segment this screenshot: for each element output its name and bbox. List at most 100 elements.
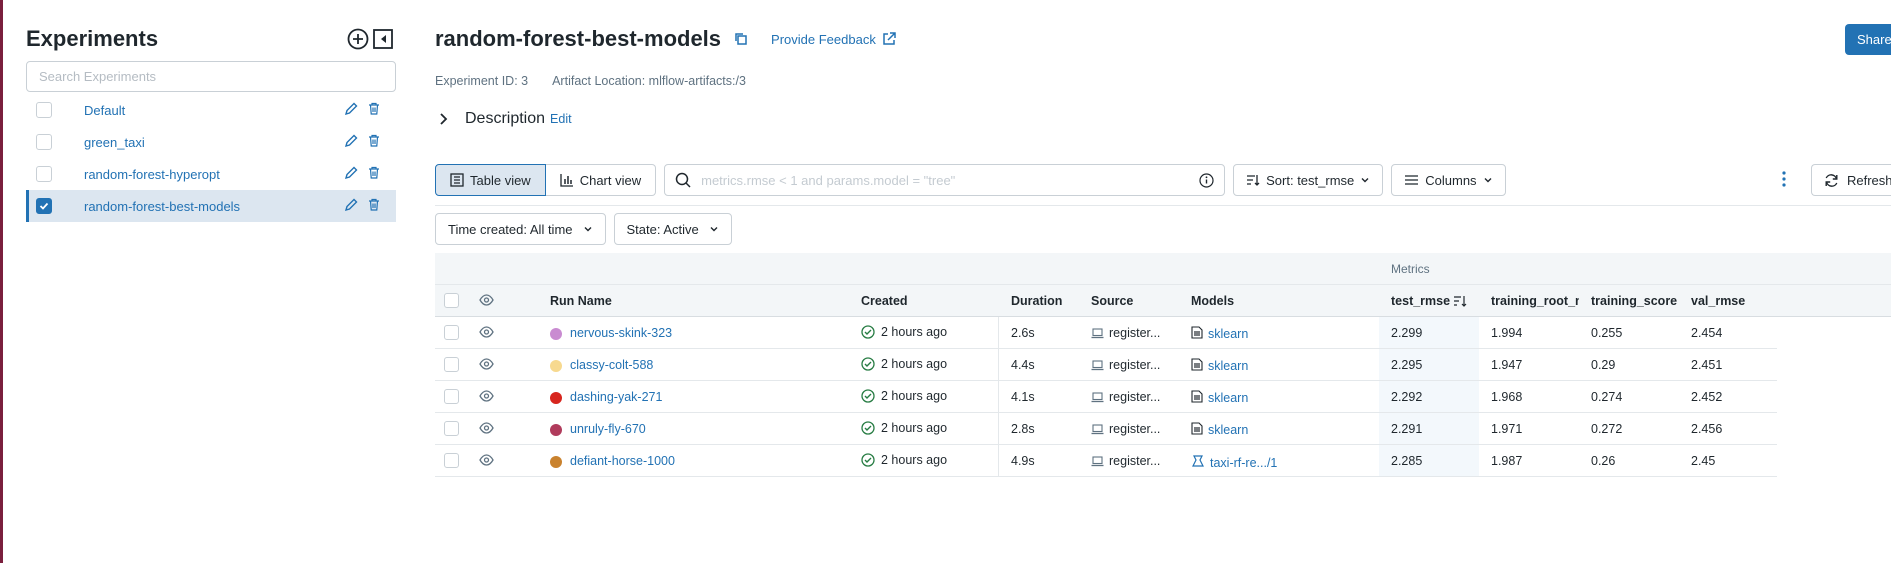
model-link[interactable]: sklearn (1208, 327, 1248, 341)
list-icon (1405, 175, 1419, 185)
sort-dropdown[interactable]: Sort: test_rmse (1233, 164, 1384, 196)
run-name-link[interactable]: nervous-skink-323 (570, 326, 672, 340)
header-test-rmse[interactable]: test_rmse (1391, 294, 1467, 308)
header-training-score[interactable]: training_score (1591, 294, 1677, 308)
experiment-name[interactable]: Default (84, 103, 125, 118)
header-training-root[interactable]: training_root_n (1491, 294, 1579, 308)
created-cell: 2 hours ago (861, 389, 947, 403)
visibility-icon[interactable] (479, 454, 494, 469)
run-filter-input[interactable] (701, 172, 1190, 188)
row-checkbox[interactable] (444, 357, 459, 372)
experiment-checkbox[interactable] (36, 134, 52, 150)
experiment-name[interactable]: random-forest-hyperopt (84, 167, 220, 182)
visibility-icon[interactable] (479, 326, 494, 341)
refresh-icon (1825, 173, 1838, 187)
search-icon (675, 172, 691, 188)
collapse-sidebar-icon[interactable] (372, 28, 394, 50)
row-checkbox[interactable] (444, 453, 459, 468)
run-color-dot[interactable] (550, 360, 562, 372)
time-created-dropdown[interactable]: Time created: All time (435, 213, 606, 245)
visibility-icon[interactable] (479, 422, 494, 437)
column-divider (998, 317, 999, 349)
created-cell: 2 hours ago (861, 357, 947, 371)
val-rmse-cell: 2.452 (1691, 390, 1723, 404)
visibility-all-icon[interactable] (479, 294, 494, 309)
models-cell[interactable]: sklearn (1191, 358, 1248, 374)
model-link[interactable]: sklearn (1208, 359, 1248, 373)
header-source[interactable]: Source (1091, 294, 1133, 308)
models-cell[interactable]: taxi-rf-re.../1 (1191, 454, 1277, 471)
row-checkbox[interactable] (444, 389, 459, 404)
trash-icon[interactable] (368, 134, 380, 150)
edit-icon[interactable] (344, 198, 358, 215)
table-row[interactable]: nervous-skink-323 2 hours ago 2.6s regis… (435, 317, 1777, 349)
table-row[interactable]: dashing-yak-271 2 hours ago 4.1s registe… (435, 381, 1777, 413)
row-checkbox[interactable] (444, 421, 459, 436)
info-icon[interactable] (1199, 172, 1214, 188)
experiment-item[interactable]: random-forest-hyperopt (26, 158, 396, 190)
more-options-icon[interactable] (1782, 171, 1786, 190)
test-rmse-cell: 2.295 (1391, 358, 1423, 372)
visibility-icon[interactable] (479, 358, 494, 373)
header-val-rmse[interactable]: val_rmse (1691, 294, 1745, 308)
row-checkbox[interactable] (444, 325, 459, 340)
columns-dropdown[interactable]: Columns (1391, 164, 1506, 196)
trash-icon[interactable] (368, 198, 380, 214)
table-row[interactable]: unruly-fly-670 2 hours ago 2.8s register… (435, 413, 1777, 445)
header-duration[interactable]: Duration (1011, 294, 1062, 308)
success-icon (861, 453, 875, 467)
models-cell[interactable]: sklearn (1191, 390, 1248, 406)
models-cell[interactable]: sklearn (1191, 422, 1248, 438)
provide-feedback-link[interactable]: Provide Feedback (771, 32, 896, 47)
table-row[interactable]: classy-colt-588 2 hours ago 4.4s registe… (435, 349, 1777, 381)
run-color-dot[interactable] (550, 392, 562, 404)
column-divider (998, 349, 999, 381)
run-name-link[interactable]: dashing-yak-271 (570, 390, 662, 404)
trash-icon[interactable] (368, 166, 380, 182)
models-cell[interactable]: sklearn (1191, 326, 1248, 342)
sort-icon (1247, 175, 1260, 186)
header-run-name[interactable]: Run Name (550, 294, 612, 308)
experiment-checkbox[interactable] (36, 102, 52, 118)
experiment-checkbox[interactable] (36, 166, 52, 182)
model-link[interactable]: taxi-rf-re.../1 (1210, 456, 1277, 470)
table-row[interactable]: defiant-horse-1000 2 hours ago 4.9s regi… (435, 445, 1777, 477)
visibility-icon[interactable] (479, 390, 494, 405)
val-rmse-cell: 2.451 (1691, 358, 1723, 372)
add-experiment-icon[interactable] (347, 28, 369, 50)
edit-icon[interactable] (344, 102, 358, 119)
run-name-link[interactable]: classy-colt-588 (570, 358, 653, 372)
header-models[interactable]: Models (1191, 294, 1234, 308)
state-dropdown[interactable]: State: Active (613, 213, 732, 245)
run-color-dot[interactable] (550, 328, 562, 340)
training-score-cell: 0.274 (1591, 390, 1623, 404)
description-edit-link[interactable]: Edit (550, 112, 572, 126)
edit-icon[interactable] (344, 134, 358, 151)
header-created[interactable]: Created (861, 294, 908, 308)
description-toggle[interactable]: Description Edit (439, 110, 572, 128)
run-name-link[interactable]: defiant-horse-1000 (570, 454, 675, 468)
trash-icon[interactable] (368, 102, 380, 118)
copy-icon[interactable] (733, 31, 749, 47)
share-button[interactable]: Share (1845, 24, 1891, 55)
select-all-checkbox[interactable] (444, 293, 459, 308)
search-experiments-input[interactable] (26, 61, 396, 92)
run-color-dot[interactable] (550, 424, 562, 436)
training-root-cell: 1.971 (1491, 422, 1523, 436)
experiment-name[interactable]: random-forest-best-models (84, 199, 240, 214)
training-score-cell: 0.255 (1591, 326, 1623, 340)
refresh-button[interactable]: Refresh (1811, 164, 1891, 196)
run-name-link[interactable]: unruly-fly-670 (570, 422, 646, 436)
experiment-name[interactable]: green_taxi (84, 135, 145, 150)
run-color-dot[interactable] (550, 456, 562, 468)
experiment-item[interactable]: green_taxi (26, 126, 396, 158)
experiment-checkbox[interactable] (36, 198, 52, 214)
chart-view-button[interactable]: Chart view (545, 164, 657, 196)
experiment-item[interactable]: random-forest-best-models (26, 190, 396, 222)
model-link[interactable]: sklearn (1208, 391, 1248, 405)
experiment-item[interactable]: Default (26, 94, 396, 126)
table-view-button[interactable]: Table view (435, 164, 546, 196)
edit-icon[interactable] (344, 166, 358, 183)
window-edge (0, 0, 3, 563)
model-link[interactable]: sklearn (1208, 423, 1248, 437)
